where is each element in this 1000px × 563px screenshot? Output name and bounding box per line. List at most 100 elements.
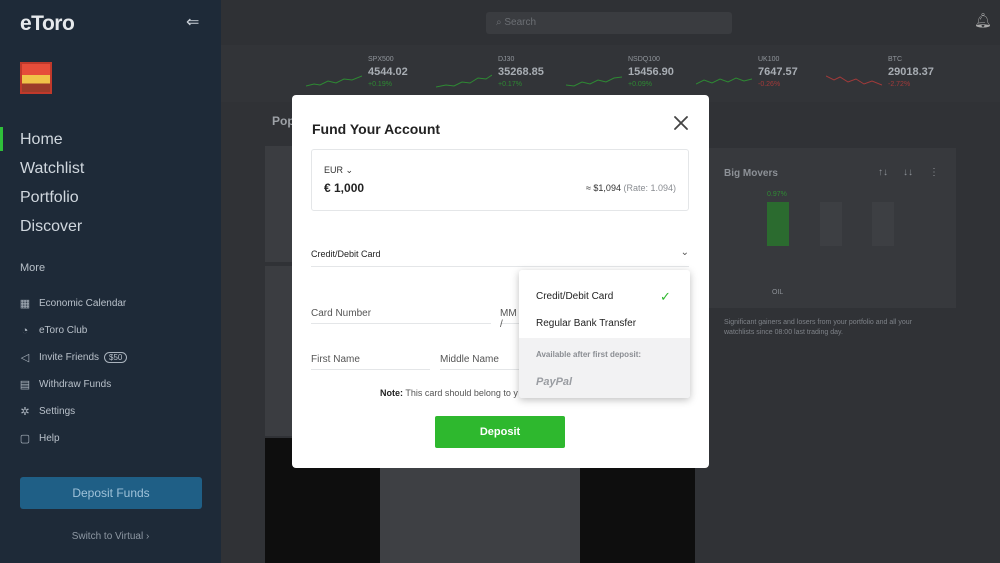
search-placeholder: Search <box>504 17 537 28</box>
ticker-price: 35268.85 <box>498 66 544 78</box>
bell-icon[interactable]: 🔔︎ <box>974 12 992 29</box>
sidebar-item-label: Settings <box>39 406 76 417</box>
option-credit-debit-card[interactable]: Credit/Debit Card ✓ <box>519 284 690 310</box>
sort-down-icon[interactable]: ↓↓ <box>903 167 913 178</box>
sort-up-icon[interactable]: ↑↓ <box>878 167 888 178</box>
mover-bar-placeholder <box>872 202 894 246</box>
sparkline-icon <box>566 76 622 87</box>
option-label: Regular Bank Transfer <box>536 318 637 329</box>
chevron-down-icon: ⌄ <box>345 165 354 175</box>
note-label: Note: <box>380 388 403 398</box>
wallet-icon: ▤ <box>19 378 31 391</box>
sidebar-item-economic-calendar[interactable]: ▦ Economic Calendar <box>18 290 127 317</box>
ticker-change: -2.72% <box>888 81 911 88</box>
ticker-change: -0.26% <box>758 81 781 88</box>
ticker-change: +0.09% <box>628 81 652 88</box>
background-card <box>265 266 293 436</box>
more-menu: ▦ Economic Calendar ◔ eToro Club ◁ Invit… <box>18 290 128 452</box>
mover-bar-placeholder <box>820 202 842 246</box>
ticker-change: +0.17% <box>498 81 522 88</box>
currency-label: EUR <box>324 165 344 175</box>
payment-method-label: Credit/Debit Card <box>311 249 381 259</box>
ticker-price: 7647.57 <box>758 66 798 78</box>
paypal-logo: PayPal <box>536 376 573 388</box>
ticker-price: 15456.90 <box>628 66 674 78</box>
club-icon: ◔ <box>21 324 29 337</box>
ticker-price: 4544.02 <box>368 66 408 78</box>
invite-badge: $50 <box>104 352 128 363</box>
ticker-change: +0.19% <box>368 81 392 88</box>
gear-icon: ✲ <box>20 405 30 418</box>
big-movers-title: Big Movers <box>724 168 778 179</box>
deposit-button[interactable]: Deposit <box>435 416 565 448</box>
ticker-symbol: BTC <box>888 56 902 63</box>
option-bank-transfer[interactable]: Regular Bank Transfer <box>519 311 690 337</box>
payment-method-dropdown: Credit/Debit Card ✓ Regular Bank Transfe… <box>519 270 690 398</box>
sparkline-icon <box>826 75 882 86</box>
payment-method-select[interactable]: Credit/Debit Card ⌄ <box>311 243 689 267</box>
ticker-nsdq100[interactable]: NSDQ100 15456.90 +0.09% <box>566 56 686 96</box>
sidebar-item-home[interactable]: Home <box>20 130 84 159</box>
sidebar-item-label: Help <box>39 433 60 444</box>
sidebar-item-withdraw-funds[interactable]: ▤ Withdraw Funds <box>18 371 127 398</box>
close-icon[interactable] <box>670 112 692 134</box>
expiry-field[interactable]: MM / <box>500 300 520 330</box>
help-icon: ▢ <box>19 432 31 445</box>
mover-label: OIL <box>772 289 784 296</box>
converted-amount: ≈ $1,094 <box>585 183 621 193</box>
collapse-sidebar-icon[interactable]: ⇐ <box>186 12 199 32</box>
mover-percent: 0.97% <box>767 191 787 198</box>
first-name-field[interactable]: First Name <box>311 346 430 370</box>
sidebar-item-portfolio[interactable]: Portfolio <box>20 188 84 217</box>
ticker-symbol: SPX500 <box>368 56 394 63</box>
sidebar-item-label: Invite Friends <box>39 352 100 363</box>
middle-name-field[interactable]: Middle Name <box>440 346 520 370</box>
option-label: Credit/Debit Card <box>536 291 614 302</box>
mover-bar[interactable] <box>767 202 789 246</box>
sidebar-item-watchlist[interactable]: Watchlist <box>20 159 84 188</box>
avatar[interactable] <box>20 62 52 94</box>
card-ownership-note: Note: This card should belong to y <box>380 388 518 398</box>
sparkline-icon <box>436 74 492 88</box>
deposit-funds-button[interactable]: Deposit Funds <box>20 477 202 509</box>
switch-to-virtual-link[interactable]: Switch to Virtual › <box>0 531 221 542</box>
unavailable-methods: Available after first deposit: PayPal <box>519 338 690 398</box>
modal-title: Fund Your Account <box>312 121 441 137</box>
note-text: This card should belong to y <box>405 388 518 398</box>
background-card <box>265 146 293 262</box>
etoro-logo[interactable]: eToro <box>20 12 75 36</box>
sidebar-item-label: Withdraw Funds <box>39 379 112 390</box>
rate-value: (Rate: 1.094) <box>623 183 676 193</box>
sparkline-icon <box>696 77 752 85</box>
megaphone-icon: ◁ <box>20 351 30 364</box>
ticker-uk100[interactable]: UK100 7647.57 -0.26% <box>696 56 816 96</box>
ticker-symbol: DJ30 <box>498 56 515 63</box>
sparkline-icon <box>306 75 362 87</box>
sidebar-item-invite-friends[interactable]: ◁ Invite Friends $50 <box>18 344 128 371</box>
sidebar-item-help[interactable]: ▢ Help <box>18 425 127 452</box>
search-input[interactable]: ⌕ Search <box>486 12 732 34</box>
sidebar-item-label: Economic Calendar <box>39 298 127 309</box>
available-after-label: Available after first deposit: <box>536 350 642 359</box>
chart-thumbnail <box>380 468 580 563</box>
ticker-spx500[interactable]: SPX500 4544.02 +0.19% <box>306 56 426 96</box>
active-nav-indicator <box>0 127 3 151</box>
more-options-icon[interactable]: ⋮ <box>929 167 939 178</box>
sidebar: eToro ⇐ Home Watchlist Portfolio Discove… <box>0 0 221 563</box>
ticker-btc[interactable]: BTC 29018.37 -2.72% <box>826 56 946 96</box>
sidebar-item-etoro-club[interactable]: ◔ eToro Club <box>18 317 127 344</box>
ticker-symbol: UK100 <box>758 56 780 63</box>
amount-input[interactable]: € 1,000 <box>324 181 364 195</box>
main-nav: Home Watchlist Portfolio Discover <box>20 130 84 246</box>
big-movers-note: Significant gainers and losers from your… <box>724 319 912 336</box>
checkmark-icon: ✓ <box>660 289 671 304</box>
card-number-field[interactable]: Card Number <box>311 300 491 324</box>
more-section-title: More <box>20 262 46 274</box>
sidebar-item-settings[interactable]: ✲ Settings <box>18 398 127 425</box>
amount-box: EUR ⌄ € 1,000 ≈ $1,094 (Rate: 1.094) <box>311 149 689 211</box>
sidebar-item-discover[interactable]: Discover <box>20 217 84 246</box>
chevron-down-icon: ⌄ <box>680 247 689 258</box>
ticker-dj30[interactable]: DJ30 35268.85 +0.17% <box>436 56 556 96</box>
currency-select[interactable]: EUR ⌄ <box>324 165 353 176</box>
conversion-rate: ≈ $1,094 (Rate: 1.094) <box>586 183 676 193</box>
